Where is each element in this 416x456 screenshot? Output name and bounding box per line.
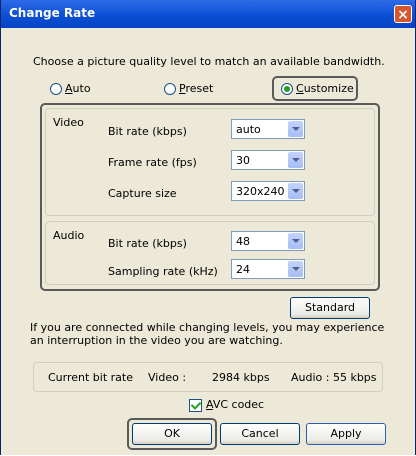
note-line-2: an interruption in the video you are wat… [30, 334, 283, 347]
video-group [45, 108, 375, 216]
audio-bit-rate-select[interactable]: 48 [231, 231, 305, 251]
chevron-down-icon[interactable] [288, 121, 303, 137]
auto-radio[interactable] [50, 83, 62, 95]
frame-rate-select[interactable]: 30 [231, 150, 305, 170]
current-bit-rate-label: Current bit rate [48, 371, 134, 384]
video-rate-value: 2984 kbps [212, 371, 270, 384]
standard-button[interactable]: Standard [290, 297, 370, 319]
capture-size-select[interactable]: 320x240 [231, 181, 305, 201]
sampling-rate-select[interactable]: 24 [231, 259, 305, 279]
window-title: Change Rate [9, 6, 96, 20]
chevron-down-icon[interactable] [288, 152, 303, 168]
apply-button[interactable]: Apply [306, 423, 386, 445]
capture-size-label: Capture size [108, 187, 177, 200]
chevron-down-icon[interactable] [288, 261, 303, 277]
close-icon[interactable]: × [394, 5, 412, 23]
preset-label[interactable]: Preset [179, 82, 213, 95]
frame-rate-value: 30 [236, 154, 250, 167]
video-bit-rate-select[interactable]: auto [231, 119, 305, 139]
capture-size-value: 320x240 [236, 185, 285, 198]
ok-button[interactable]: OK [132, 423, 212, 445]
instruction-text: Choose a picture quality level to match … [33, 55, 385, 68]
video-rate-label: Video : [148, 371, 187, 384]
chevron-down-icon[interactable] [288, 183, 303, 199]
audio-bit-rate-label: Bit rate (kbps) [108, 237, 187, 250]
avc-codec-checkbox[interactable] [189, 399, 202, 412]
audio-rate-text: Audio : 55 kbps [291, 371, 377, 384]
video-group-label: Video [53, 116, 84, 129]
note-line-1: If you are connected while changing leve… [30, 321, 385, 334]
customize-radio[interactable] [281, 83, 293, 95]
change-rate-dialog: Change Rate × Choose a picture quality l… [0, 0, 416, 455]
audio-group-label: Audio [53, 229, 85, 242]
title-bar: Change Rate × [1, 0, 415, 28]
auto-label[interactable]: Auto [65, 82, 91, 95]
sampling-rate-value: 24 [236, 263, 250, 276]
audio-bit-rate-value: 48 [236, 235, 250, 248]
avc-codec-label[interactable]: AVC codec [206, 398, 264, 411]
preset-radio[interactable] [164, 83, 176, 95]
customize-label[interactable]: Customize [296, 82, 354, 95]
cancel-button[interactable]: Cancel [220, 423, 300, 445]
sampling-rate-label: Sampling rate (kHz) [108, 265, 218, 278]
video-bit-rate-value: auto [236, 123, 261, 136]
frame-rate-label: Frame rate (fps) [108, 156, 197, 169]
video-bit-rate-label: Bit rate (kbps) [108, 125, 187, 138]
chevron-down-icon[interactable] [288, 233, 303, 249]
